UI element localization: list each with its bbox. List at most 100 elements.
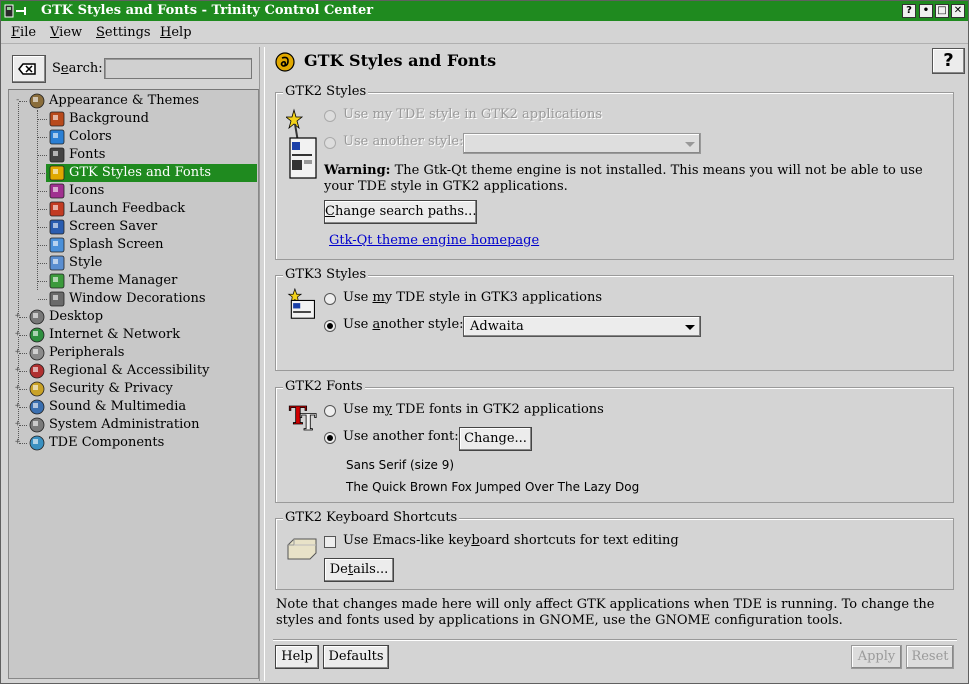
sidebar-item-label: Security & Privacy (49, 381, 173, 396)
clear-search-button[interactable] (12, 55, 46, 83)
chevron-down-icon (685, 325, 695, 330)
sidebar-item-security-and-privacy[interactable]: + Security & Privacy (9, 380, 256, 398)
context-help-button[interactable]: ? (902, 4, 916, 18)
gtk2-use-tde-style-radio[interactable] (324, 110, 336, 122)
gtk2-styles-title: GTK2 Styles (283, 84, 369, 99)
desktop-icon (29, 309, 45, 325)
peripherals-icon (29, 345, 45, 361)
gtk-icon (275, 52, 295, 72)
sidebar: Search: - Appearance & Themes Background Co… (4, 47, 259, 681)
screen-saver-icon (49, 219, 65, 235)
title-bar[interactable]: GTK Styles and Fonts - Trinity Control C… (1, 1, 968, 21)
details-button[interactable]: Details... (324, 558, 394, 582)
sidebar-item-splash-screen[interactable]: Splash Screen (9, 236, 256, 254)
gtk3-use-another-style-radio[interactable] (324, 320, 336, 332)
sidebar-item-theme-manager[interactable]: Theme Manager (9, 272, 256, 290)
sidebar-item-tde-components[interactable]: + TDE Components (9, 434, 256, 452)
sidebar-item-desktop[interactable]: + Desktop (9, 308, 256, 326)
gtk2-style-select[interactable] (463, 133, 701, 154)
security-privacy-icon (29, 381, 45, 397)
sidebar-item-style[interactable]: Style (9, 254, 256, 272)
sidebar-item-window-decorations[interactable]: Window Decorations (9, 290, 256, 308)
gtk2-use-another-style-label: Use another style: (343, 134, 464, 149)
sidebar-item-gtk-styles-and-fonts[interactable]: GTK Styles and Fonts (9, 164, 257, 182)
change-search-paths-button[interactable]: Change search paths... (324, 200, 477, 224)
sidebar-item-label: Style (69, 255, 103, 270)
gtk2-use-another-font-radio[interactable] (324, 432, 336, 444)
sidebar-item-regional-and-accessibility[interactable]: + Regional & Accessibility (9, 362, 256, 380)
gtk-qt-homepage-link[interactable]: Gtk-Qt theme engine homepage (329, 233, 539, 248)
sidebar-item-label: Background (69, 111, 149, 126)
reset-button[interactable]: Reset (906, 645, 954, 669)
window-title: GTK Styles and Fonts - Trinity Control C… (41, 3, 374, 18)
icons-icon (49, 183, 65, 199)
main-window: GTK Styles and Fonts - Trinity Control C… (0, 0, 969, 684)
sidebar-item-label: Launch Feedback (69, 201, 186, 216)
whats-this-button[interactable]: ? (932, 48, 965, 74)
gtk3-use-tde-style-label: Use my TDE style in GTK3 applications (343, 290, 603, 305)
sidebar-item-system-administration[interactable]: + System Administration (9, 416, 256, 434)
sidebar-item-colors[interactable]: Colors (9, 128, 256, 146)
sidebar-item-label: Fonts (69, 147, 106, 162)
emacs-shortcuts-label: Use Emacs-like keyboard shortcuts for te… (343, 533, 679, 548)
regional-accessibility-icon (29, 363, 45, 379)
keyboard-key-icon (287, 538, 317, 560)
fonts-icon: T T (289, 401, 318, 432)
sidebar-item-screen-saver[interactable]: Screen Saver (9, 218, 256, 236)
help-button[interactable]: Help (275, 645, 319, 669)
colors-icon (49, 129, 65, 145)
close-button[interactable]: ✕ (951, 4, 965, 18)
window-menu-icon[interactable] (4, 3, 34, 19)
sidebar-item-label: Window Decorations (69, 291, 206, 306)
sidebar-item-launch-feedback[interactable]: Launch Feedback (9, 200, 256, 218)
search-label: Search: (52, 61, 103, 76)
menu-settings[interactable]: Settings (96, 25, 151, 40)
sidebar-item-sound-and-multimedia[interactable]: + Sound & Multimedia (9, 398, 256, 416)
appearance-icon (29, 93, 45, 109)
gtk3-use-tde-style-radio[interactable] (324, 293, 336, 305)
sidebar-item-background[interactable]: Background (9, 110, 256, 128)
menu-view[interactable]: View (50, 25, 82, 40)
background-icon (49, 111, 65, 127)
splash-screen-icon (49, 237, 65, 253)
defaults-button[interactable]: Defaults (323, 645, 389, 669)
gtk2-warning-text: Warning: The Gtk-Qt theme engine is not … (324, 163, 923, 194)
emacs-shortcuts-checkbox[interactable] (324, 536, 336, 548)
gtk3-style-select[interactable]: Adwaita (463, 316, 701, 337)
style-wizard-icon (286, 108, 317, 179)
sidebar-item-label: Theme Manager (69, 273, 178, 288)
launch-feedback-icon (49, 201, 65, 217)
module-tree[interactable]: - Appearance & Themes Background Colors Font… (8, 89, 259, 679)
sidebar-item-label: Desktop (49, 309, 104, 324)
sidebar-item-label: Regional & Accessibility (49, 363, 210, 378)
sidebar-item-label: Appearance & Themes (49, 93, 200, 108)
sidebar-item-label: Screen Saver (69, 219, 158, 234)
maximize-button[interactable]: □ (935, 4, 949, 18)
chevron-down-icon (685, 142, 695, 147)
minimize-button[interactable]: • (919, 4, 933, 18)
page-title: GTK Styles and Fonts (304, 51, 497, 70)
sidebar-item-internet-and-network[interactable]: + Internet & Network (9, 326, 256, 344)
gtk2-fonts-title: GTK2 Fonts (283, 379, 365, 394)
change-font-button[interactable]: Change... (459, 427, 532, 451)
menu-file[interactable]: File (11, 25, 36, 40)
sidebar-item-label: TDE Components (49, 435, 165, 450)
sidebar-item-label: Splash Screen (69, 237, 164, 252)
sidebar-item-fonts[interactable]: Fonts (9, 146, 256, 164)
sidebar-item-peripherals[interactable]: + Peripherals (9, 344, 256, 362)
gtk2-use-tde-style-label: Use my TDE style in GTK2 applications (343, 107, 603, 122)
sidebar-item-label: Icons (69, 183, 105, 198)
menu-help[interactable]: Help (160, 25, 192, 40)
gtk3-styles-title: GTK3 Styles (283, 267, 369, 282)
gtk2-use-tde-fonts-radio[interactable] (324, 405, 336, 417)
gtk2-use-another-style-radio[interactable] (324, 137, 336, 149)
apply-button[interactable]: Apply (851, 645, 902, 669)
style-wizard-icon (287, 288, 315, 319)
sidebar-item-appearance-and-themes[interactable]: - Appearance & Themes (9, 92, 256, 110)
sound-multimedia-icon (29, 399, 45, 415)
search-input[interactable] (104, 58, 252, 79)
gtk2-styles-group: GTK2 Styles Use my TDE style in GTK2 app… (275, 84, 954, 260)
sidebar-item-icons[interactable]: Icons (9, 182, 256, 200)
gtk-icon (49, 165, 65, 181)
clear-search-icon (18, 63, 36, 75)
